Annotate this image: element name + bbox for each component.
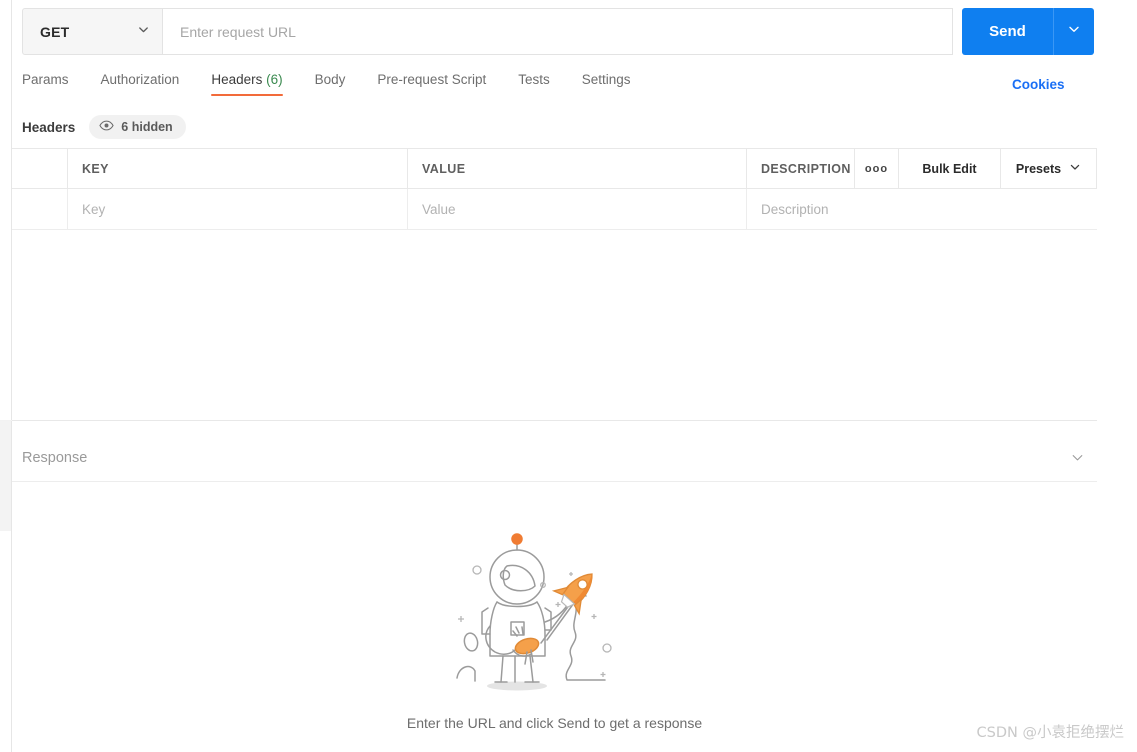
row-description-input[interactable]: Description [747, 189, 1097, 229]
send-button-label: Send [989, 23, 1026, 40]
hidden-headers-label: 6 hidden [121, 120, 173, 134]
tab-params[interactable]: Params [22, 72, 69, 96]
tab-label: Pre-request Script [377, 72, 487, 87]
table-header-value: VALUE [408, 149, 747, 188]
request-url-placeholder: Enter request URL [180, 23, 296, 40]
table-header-key: KEY [68, 149, 408, 188]
eye-icon [99, 118, 114, 136]
row-value-input[interactable]: Value [408, 189, 747, 229]
request-panel: GET Enter request URL Send Params Author… [12, 0, 1097, 752]
http-method-label: GET [40, 23, 70, 40]
chevron-down-icon [1067, 22, 1081, 41]
headers-table-empty-area [12, 231, 1097, 421]
tab-label: Tests [518, 72, 550, 87]
tab-label: Params [22, 72, 69, 87]
headers-sub-bar: Headers 6 hidden [22, 115, 186, 139]
left-gutter-strip [0, 0, 12, 752]
table-row[interactable]: Key Value Description [12, 189, 1097, 230]
postman-request-screen: GET Enter request URL Send Params Author… [0, 0, 1137, 752]
request-url-bar: GET Enter request URL Send [22, 8, 1094, 55]
headers-section-title: Headers [22, 119, 76, 135]
tab-label: Body [314, 72, 346, 87]
tab-headers[interactable]: Headers (6) [211, 72, 283, 96]
active-tab-underline [211, 93, 283, 96]
left-gutter-bottom [0, 531, 12, 752]
response-collapse-button[interactable] [1070, 450, 1085, 470]
tab-label: Headers [211, 72, 263, 87]
tab-tests[interactable]: Tests [518, 72, 550, 96]
ellipsis-icon: ooo [864, 162, 889, 175]
tab-authorization[interactable]: Authorization [101, 72, 180, 96]
row-checkbox-cell[interactable] [12, 189, 68, 229]
cookies-link[interactable]: Cookies [1012, 77, 1065, 92]
http-method-select[interactable]: GET [22, 8, 163, 55]
presets-label: Presets [1015, 161, 1062, 176]
response-empty-state: Enter the URL and click Send to get a re… [12, 530, 1097, 731]
table-more-options-button[interactable]: ooo [855, 149, 899, 188]
request-url-input[interactable]: Enter request URL [163, 8, 953, 55]
chevron-down-icon [1069, 161, 1081, 176]
send-options-button[interactable] [1053, 8, 1094, 55]
tab-label: Authorization [100, 72, 180, 87]
table-header-description: DESCRIPTION [747, 149, 855, 188]
headers-table-head: KEY VALUE DESCRIPTION ooo Bulk Edit Pres… [12, 148, 1097, 189]
response-empty-caption: Enter the URL and click Send to get a re… [406, 715, 703, 731]
send-button-group: Send [962, 8, 1094, 55]
astronaut-rocket-illustration [455, 530, 655, 705]
hidden-headers-badge[interactable]: 6 hidden [89, 115, 186, 139]
response-bar: Response [12, 434, 1097, 482]
tab-pre-request-script[interactable]: Pre-request Script [377, 72, 486, 96]
response-title: Response [22, 449, 88, 466]
send-button[interactable]: Send [962, 8, 1053, 55]
table-header-checkbox-col [12, 149, 68, 188]
row-key-input[interactable]: Key [68, 189, 408, 229]
tab-headers-count: (6) [266, 72, 283, 87]
tab-body[interactable]: Body [315, 72, 346, 96]
tab-label: Settings [581, 72, 631, 87]
presets-button[interactable]: Presets [1001, 149, 1097, 188]
chevron-down-icon [137, 23, 150, 41]
left-gutter-top [0, 0, 12, 420]
request-tab-bar: Params Authorization Headers (6) Body Pr… [22, 72, 663, 104]
watermark: CSDN @小袁拒绝摆烂 [976, 725, 1124, 741]
left-gutter-middle [0, 421, 12, 531]
tab-settings[interactable]: Settings [582, 72, 631, 96]
bulk-edit-label: Bulk Edit [922, 161, 977, 176]
bulk-edit-button[interactable]: Bulk Edit [899, 149, 1001, 188]
headers-table: KEY VALUE DESCRIPTION ooo Bulk Edit Pres… [12, 148, 1097, 230]
